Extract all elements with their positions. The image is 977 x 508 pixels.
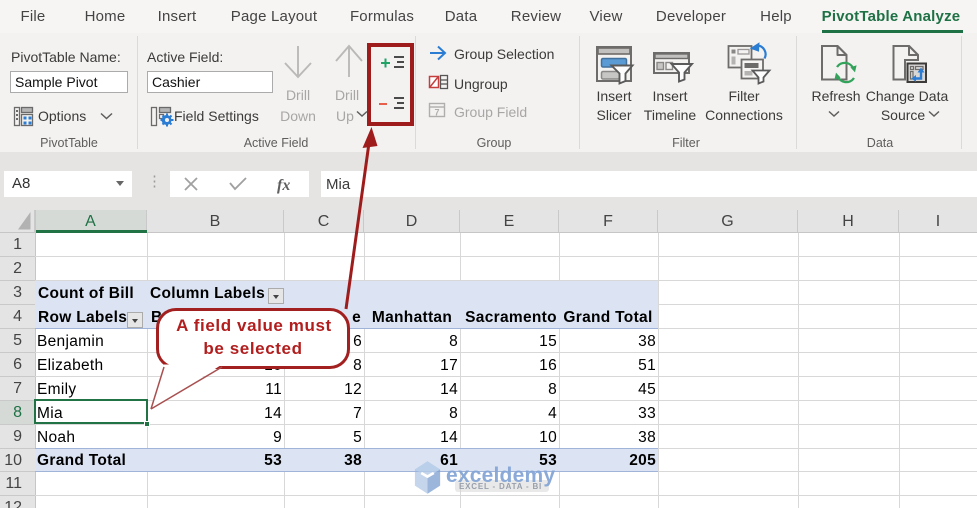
- svg-text:7: 7: [434, 108, 439, 118]
- svg-text:fx: fx: [277, 177, 290, 194]
